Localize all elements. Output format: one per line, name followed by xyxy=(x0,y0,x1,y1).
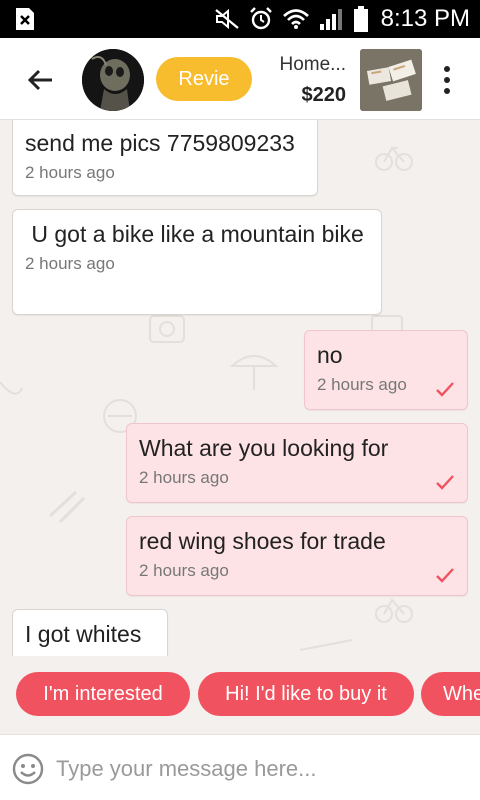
alarm-icon xyxy=(249,7,272,30)
message-text: no xyxy=(317,342,343,368)
wifi-icon xyxy=(282,9,309,29)
quick-reply-chip[interactable]: Hi! I'd like to buy it xyxy=(198,672,414,716)
message-incoming: send me pics 7759809233 2 hours ago xyxy=(12,120,318,196)
message-incoming: I got whites xyxy=(12,609,168,656)
chat-header: Revie Home... $220 xyxy=(0,38,480,120)
message-time: 2 hours ago xyxy=(317,375,407,394)
chat-messages[interactable]: send me pics 7759809233 2 hours ago U go… xyxy=(0,120,480,656)
sent-check-icon xyxy=(436,382,454,397)
quick-replies: I'm interested Hi! I'd like to buy it Wh… xyxy=(0,666,480,724)
status-time: 8:13 PM xyxy=(380,5,470,32)
message-input[interactable] xyxy=(56,751,456,787)
message-time: 2 hours ago xyxy=(25,254,115,273)
review-button[interactable]: Revie xyxy=(156,57,252,101)
mute-icon xyxy=(214,8,239,30)
emoji-icon[interactable] xyxy=(12,753,44,785)
message-outgoing: no 2 hours ago xyxy=(304,330,468,410)
more-options-button[interactable] xyxy=(432,62,462,98)
status-bar: 8:13 PM xyxy=(0,0,480,38)
message-outgoing: What are you looking for 2 hours ago xyxy=(126,423,468,503)
arrow-left-icon xyxy=(27,69,52,91)
seller-avatar[interactable] xyxy=(82,49,144,111)
message-time: 2 hours ago xyxy=(25,163,115,182)
message-composer xyxy=(0,734,480,800)
sim-card-icon xyxy=(16,8,34,30)
message-text: red wing shoes for trade xyxy=(139,528,386,554)
message-time: 2 hours ago xyxy=(139,561,229,580)
message-text: What are you looking for xyxy=(139,435,389,461)
message-text: I got whites xyxy=(25,621,142,647)
message-time: 2 hours ago xyxy=(139,468,229,487)
message-text: send me pics 7759809233 xyxy=(25,130,295,156)
sent-check-icon xyxy=(436,568,454,583)
message-text: U got a bike like a mountain bike xyxy=(25,221,364,247)
listing-title[interactable]: Home... xyxy=(262,54,346,76)
message-incoming: U got a bike like a mountain bike 2 hour… xyxy=(12,209,382,315)
listing-price: $220 xyxy=(301,84,347,106)
back-button[interactable] xyxy=(22,62,58,98)
listing-thumbnail[interactable] xyxy=(360,49,422,111)
quick-reply-chip[interactable]: I'm interested xyxy=(16,672,190,716)
quick-reply-chip[interactable]: Whe xyxy=(421,672,480,716)
message-outgoing: red wing shoes for trade 2 hours ago xyxy=(126,516,468,596)
battery-icon xyxy=(353,6,368,32)
sent-check-icon xyxy=(436,475,454,490)
signal-icon xyxy=(319,9,342,30)
